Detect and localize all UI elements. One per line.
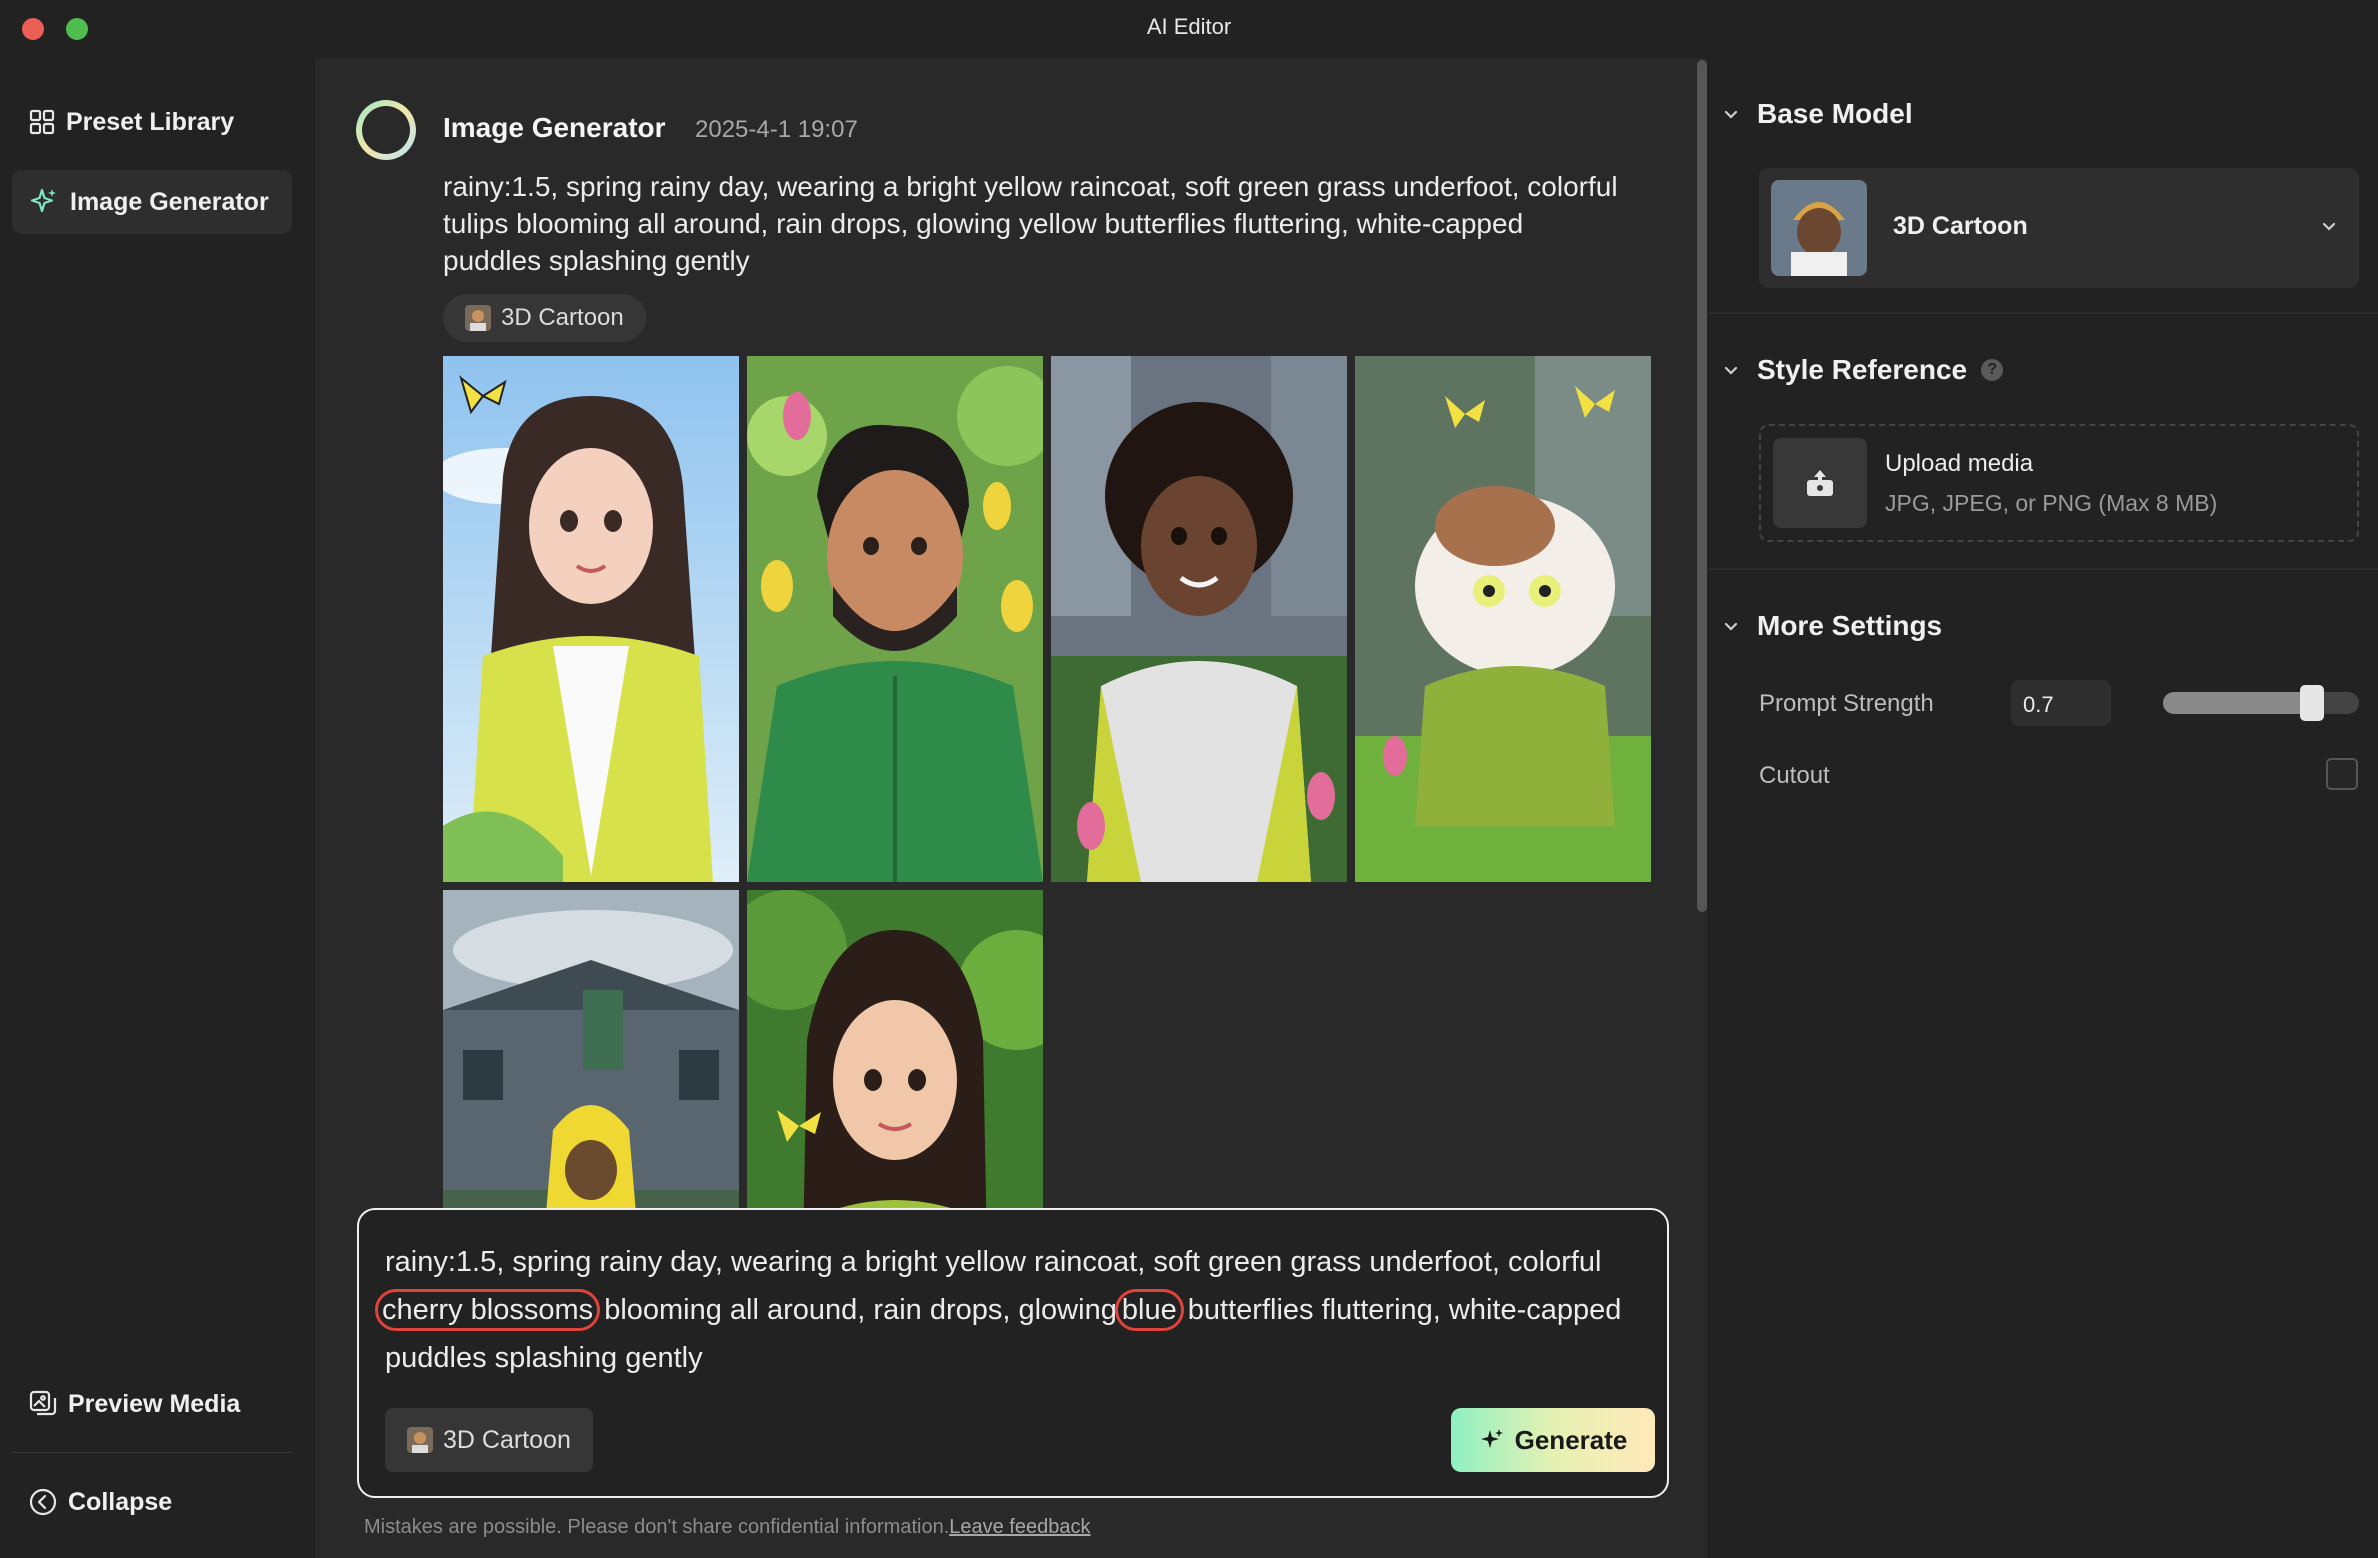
- generation-timestamp: 2025-4-1 19:07: [695, 116, 858, 143]
- window-title: AI Editor: [1146, 14, 1232, 39]
- style-chip-label: 3D Cartoon: [501, 304, 624, 331]
- generation-title: Image Generator: [443, 112, 666, 143]
- title-bar: AI Editor: [0, 0, 2378, 58]
- style-chip-label: 3D Cartoon: [443, 1425, 571, 1454]
- sidebar-item-label: Collapse: [68, 1487, 173, 1516]
- generated-image-2[interactable]: [747, 356, 1043, 882]
- sidebar: Preset Library Image Generator Preview M…: [0, 58, 315, 1558]
- generated-image-1[interactable]: [443, 356, 739, 882]
- section-base-model-header[interactable]: Base Model: [1723, 98, 1913, 130]
- prompt-highlight-cherry-blossoms[interactable]: cherry blossoms: [375, 1289, 601, 1331]
- upload-media-dropzone[interactable]: Upload media JPG, JPEG, or PNG (Max 8 MB…: [1759, 424, 2359, 542]
- prompt-input[interactable]: rainy:1.5, spring rainy day, wearing a b…: [375, 1238, 1645, 1382]
- sparkle-icon: [1480, 1429, 1503, 1448]
- generated-image-3[interactable]: [1051, 356, 1347, 882]
- section-divider: [1709, 568, 2378, 570]
- generation-feed: Image Generator 2025-4-1 19:07 rainy:1.5…: [315, 58, 1708, 1558]
- base-model-select[interactable]: 3D Cartoon: [1759, 168, 2359, 288]
- sidebar-divider: [12, 1452, 292, 1453]
- slider-thumb[interactable]: [2300, 685, 2324, 721]
- sidebar-item-label: Preset Library: [66, 107, 235, 136]
- generate-button-label: Generate: [1514, 1424, 1628, 1455]
- section-title: More Settings: [1757, 610, 1943, 641]
- base-model-name: 3D Cartoon: [1893, 212, 2028, 240]
- section-style-reference-header[interactable]: Style Reference ?: [1723, 354, 2004, 386]
- upload-title: Upload media: [1885, 450, 2034, 477]
- generation-prompt: rainy:1.5, spring rainy day, wearing a b…: [443, 171, 1618, 276]
- prompt-text-part: blooming all around, rain drops, glowing: [604, 1294, 1117, 1326]
- avatar: [407, 1427, 433, 1453]
- prompt-strength-input[interactable]: 0.7: [2011, 680, 2111, 726]
- sidebar-item-label: Image Generator: [70, 187, 269, 216]
- avatar: [465, 305, 491, 331]
- leave-feedback-link[interactable]: Leave feedback: [949, 1516, 1090, 1538]
- sidebar-item-preset-library[interactable]: Preset Library: [12, 90, 292, 154]
- section-divider: [1709, 312, 2378, 314]
- style-chip[interactable]: 3D Cartoon: [443, 294, 646, 342]
- chevron-left-circle-icon: [29, 1488, 57, 1516]
- feed-scrollbar[interactable]: [1697, 60, 1707, 912]
- chevron-down-icon: [1724, 622, 1738, 631]
- prompt-highlight-blue[interactable]: blue: [1114, 1289, 1184, 1331]
- sidebar-item-preview-media[interactable]: Preview Media: [12, 1372, 292, 1436]
- disclaimer-text: Mistakes are possible. Please don't shar…: [364, 1516, 950, 1538]
- upload-hint: JPG, JPEG, or PNG (Max 8 MB): [1885, 490, 2218, 516]
- slider-fill: [2163, 692, 2300, 714]
- generate-button[interactable]: Generate: [1451, 1408, 1655, 1472]
- disclaimer: Mistakes are possible. Please don't shar…: [364, 1516, 1090, 1539]
- sidebar-item-label: Preview Media: [68, 1389, 241, 1418]
- images-icon: [29, 1390, 57, 1416]
- chevron-down-icon: [2322, 222, 2336, 231]
- prompt-text-part: rainy:1.5, spring rainy day, wearing a b…: [385, 1246, 1602, 1278]
- section-title: Base Model: [1757, 98, 1913, 129]
- loading-ring-icon: [356, 100, 416, 160]
- cutout-label: Cutout: [1759, 762, 1830, 789]
- chevron-down-icon: [1724, 366, 1738, 375]
- help-icon[interactable]: ?: [1981, 359, 2004, 381]
- sidebar-item-collapse[interactable]: Collapse: [12, 1470, 292, 1534]
- settings-panel: Base Model 3D Cartoon Style Reference ? …: [1708, 58, 2378, 1558]
- prompt-strength-label: Prompt Strength: [1759, 690, 1934, 717]
- sidebar-item-image-generator[interactable]: Image Generator: [12, 170, 292, 234]
- prompt-composer[interactable]: rainy:1.5, spring rainy day, wearing a b…: [357, 1208, 1669, 1498]
- app-window: AI Editor Preset Library Image Generator…: [0, 0, 2378, 1558]
- model-thumbnail: [1771, 180, 1867, 276]
- section-title: Style Reference: [1757, 354, 1968, 385]
- section-more-settings-header[interactable]: More Settings: [1723, 610, 1942, 642]
- prompt-strength-slider[interactable]: [2163, 692, 2359, 714]
- grid-icon: [29, 109, 55, 135]
- cutout-checkbox[interactable]: [2326, 758, 2358, 790]
- generated-image-4[interactable]: [1355, 356, 1651, 882]
- sparkle-icon: [30, 188, 56, 213]
- upload-icon: [1773, 438, 1867, 528]
- chevron-down-icon: [1724, 110, 1738, 119]
- style-chip[interactable]: 3D Cartoon: [385, 1408, 593, 1472]
